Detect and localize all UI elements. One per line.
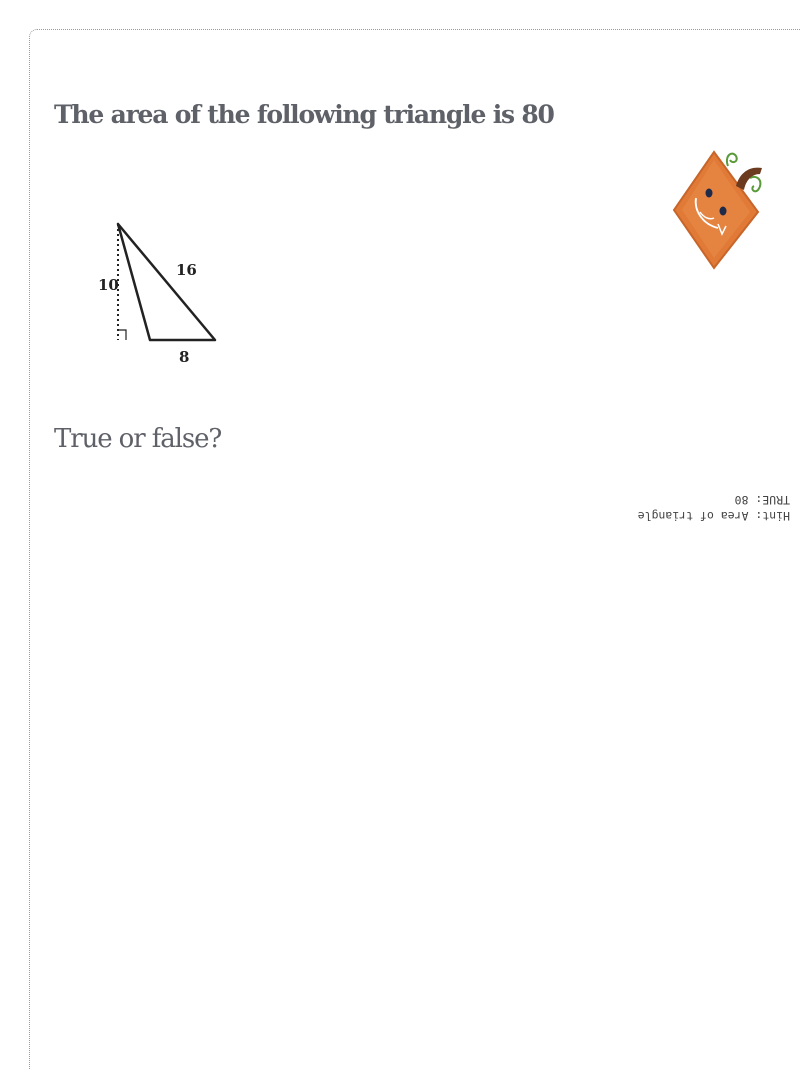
- pumpkin-mascot-icon: [672, 150, 762, 270]
- question-title: The area of the following triangle is 80: [54, 100, 555, 129]
- triangle-shape: [116, 222, 217, 342]
- side-label: 16: [176, 261, 197, 279]
- hint-text: Hint: Area of triangle TRUE: 80: [598, 492, 790, 524]
- question-prompt: True or false?: [54, 424, 222, 454]
- triangle-figure: 10 16 8: [98, 222, 217, 366]
- height-label: 10: [98, 276, 119, 294]
- base-label: 8: [179, 348, 189, 366]
- hint-line-2: TRUE: 80: [734, 493, 790, 507]
- right-angle-marker: [118, 329, 127, 340]
- hint-line-1: Hint: Area of triangle: [637, 509, 790, 523]
